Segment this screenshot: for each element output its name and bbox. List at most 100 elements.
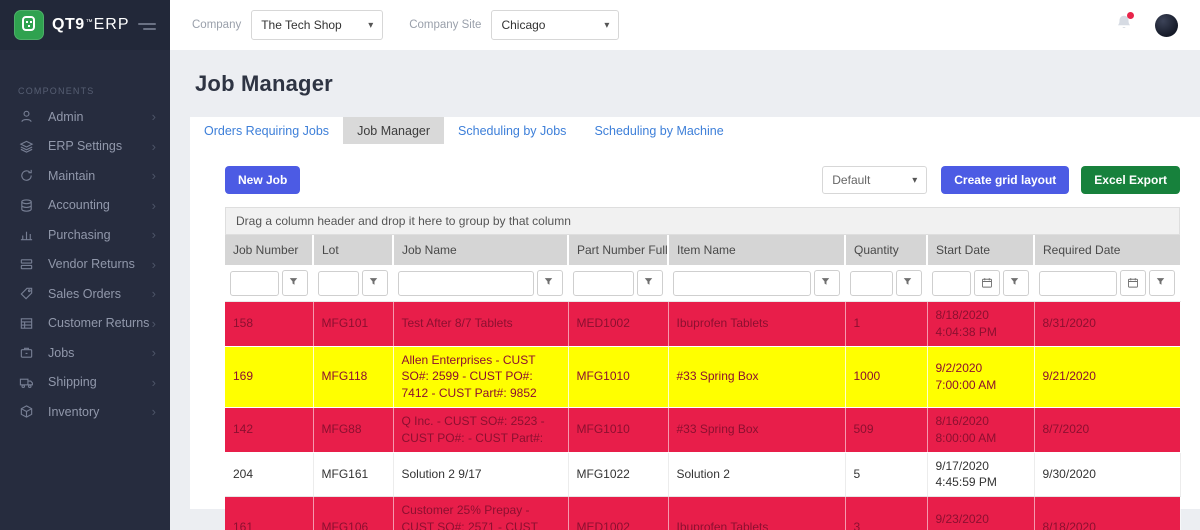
- notification-bell-icon[interactable]: [1115, 14, 1133, 37]
- new-job-button[interactable]: New Job: [225, 166, 300, 194]
- excel-export-button[interactable]: Excel Export: [1081, 166, 1180, 194]
- filter-cell: [568, 265, 668, 302]
- column-header-lot[interactable]: Lot: [313, 235, 393, 265]
- column-header-quantity[interactable]: Quantity: [845, 235, 927, 265]
- tab-scheduling-by-jobs[interactable]: Scheduling by Jobs: [444, 117, 580, 144]
- sidebar-item-shipping[interactable]: Shipping›: [0, 368, 170, 398]
- calendar-icon[interactable]: [974, 270, 1000, 296]
- tab-orders-requiring-jobs[interactable]: Orders Requiring Jobs: [190, 117, 343, 144]
- cell: MED1002: [568, 497, 668, 530]
- filter-row: [225, 265, 1180, 302]
- table-row[interactable]: 169MFG118Allen Enterprises - CUST SO#: 2…: [225, 346, 1180, 407]
- filter-input-job-number[interactable]: [230, 271, 279, 296]
- sidebar-item-inventory[interactable]: Inventory›: [0, 397, 170, 427]
- cell: 8/7/2020: [1034, 407, 1180, 452]
- company-site-select[interactable]: Chicago ▾: [491, 10, 619, 40]
- filter-input-item-name[interactable]: [673, 271, 811, 296]
- cell: Allen Enterprises - CUST SO#: 2599 - CUS…: [393, 346, 568, 407]
- cell: MFG88: [313, 407, 393, 452]
- menu-toggle-icon[interactable]: [138, 18, 158, 33]
- filter-icon[interactable]: [814, 270, 840, 296]
- tab-scheduling-by-machine[interactable]: Scheduling by Machine: [580, 117, 737, 144]
- sidebar-nav: Admin›ERP Settings›Maintain›Accounting›P…: [0, 102, 170, 427]
- create-grid-layout-button[interactable]: Create grid layout: [941, 166, 1069, 194]
- sidebar-item-accounting[interactable]: Accounting›: [0, 191, 170, 221]
- company-label: Company: [192, 19, 241, 31]
- sidebar-item-maintain[interactable]: Maintain›: [0, 161, 170, 191]
- tab-job-manager[interactable]: Job Manager: [343, 117, 444, 144]
- bar-chart-icon: [19, 227, 35, 243]
- sidebar-section-label: COMPONENTS: [0, 50, 170, 102]
- sidebar-item-label: Admin: [48, 110, 83, 124]
- table-row[interactable]: 204MFG161Solution 2 9/17MFG1022Solution …: [225, 452, 1180, 497]
- sidebar-item-erp-settings[interactable]: ERP Settings›: [0, 132, 170, 162]
- filter-cell: [313, 265, 393, 302]
- filter-cell: [393, 265, 568, 302]
- brand-erp: ERP: [94, 16, 130, 34]
- filter-input-lot[interactable]: [318, 271, 359, 296]
- filter-icon[interactable]: [282, 270, 308, 296]
- filter-cell: [927, 265, 1034, 302]
- grid-layout-select[interactable]: Default ▾: [822, 166, 927, 194]
- filter-input-quantity[interactable]: [850, 271, 893, 296]
- column-header-item-name[interactable]: Item Name: [668, 235, 845, 265]
- cell: 8/18/2020: [1034, 497, 1180, 530]
- filter-icon[interactable]: [1003, 270, 1029, 296]
- cell: 509: [845, 407, 927, 452]
- chevron-right-icon: ›: [152, 110, 156, 123]
- sidebar-item-customer-returns[interactable]: Customer Returns›: [0, 309, 170, 339]
- sidebar-item-admin[interactable]: Admin ›: [0, 102, 170, 132]
- cell: 9/2/2020 7:00:00 AM: [927, 346, 1034, 407]
- sidebar-item-label: Maintain: [48, 169, 95, 183]
- filter-icon[interactable]: [362, 270, 388, 296]
- filter-input-start-date[interactable]: [932, 271, 971, 296]
- cell: #33 Spring Box: [668, 407, 845, 452]
- chevron-right-icon: ›: [152, 228, 156, 241]
- filter-icon[interactable]: [1149, 270, 1175, 296]
- company-select[interactable]: The Tech Shop ▾: [251, 10, 383, 40]
- filter-icon[interactable]: [637, 270, 663, 296]
- filter-input-part-number-full[interactable]: [573, 271, 634, 296]
- column-header-start-date[interactable]: Start Date: [927, 235, 1034, 265]
- chevron-down-icon: ▾: [604, 20, 609, 31]
- cell: 9/17/2020 4:45:59 PM: [927, 452, 1034, 497]
- chevron-right-icon: ›: [152, 199, 156, 212]
- filter-icon[interactable]: [896, 270, 922, 296]
- sidebar-item-jobs[interactable]: Jobs›: [0, 338, 170, 368]
- filter-input-required-date[interactable]: [1039, 271, 1117, 296]
- column-header-required-date[interactable]: Required Date: [1034, 235, 1180, 265]
- cell: 142: [225, 407, 313, 452]
- user-avatar[interactable]: [1155, 14, 1178, 37]
- table-row[interactable]: 142MFG88Q Inc. - CUST SO#: 2523 - CUST P…: [225, 407, 1180, 452]
- sidebar-item-label: Shipping: [48, 375, 97, 389]
- column-header-job-name[interactable]: Job Name: [393, 235, 568, 265]
- group-by-drop-zone[interactable]: Drag a column header and drop it here to…: [225, 207, 1180, 235]
- cell: 8/31/2020: [1034, 302, 1180, 347]
- cell: MFG118: [313, 346, 393, 407]
- calendar-icon[interactable]: [1120, 270, 1146, 296]
- cell: 8/16/2020 8:00:00 AM: [927, 407, 1034, 452]
- cell: 1000: [845, 346, 927, 407]
- table-row[interactable]: 158MFG101Test After 8/7 TabletsMED1002Ib…: [225, 302, 1180, 347]
- company-select-value: The Tech Shop: [261, 18, 342, 32]
- filter-icon[interactable]: [537, 270, 563, 296]
- sidebar-item-purchasing[interactable]: Purchasing›: [0, 220, 170, 250]
- chevron-right-icon: ›: [152, 258, 156, 271]
- cell: 5: [845, 452, 927, 497]
- filter-cell: [668, 265, 845, 302]
- logo-row: QT9™ERP: [0, 0, 170, 50]
- table-row[interactable]: 161MFG106Customer 25% Prepay - CUST SO#:…: [225, 497, 1180, 530]
- cell: MFG1010: [568, 346, 668, 407]
- column-header-job-number[interactable]: Job Number: [225, 235, 313, 265]
- sidebar-item-vendor-returns[interactable]: Vendor Returns›: [0, 250, 170, 280]
- filter-input-job-name[interactable]: [398, 271, 534, 296]
- sidebar-item-label: Customer Returns: [48, 316, 149, 330]
- sidebar-item-sales-orders[interactable]: Sales Orders›: [0, 279, 170, 309]
- column-header-part-number-full[interactable]: Part Number Full: [568, 235, 668, 265]
- cell: MFG1010: [568, 407, 668, 452]
- cell: MFG101: [313, 302, 393, 347]
- briefcase-icon: [19, 345, 35, 361]
- brand-qt9: QT9: [52, 16, 85, 34]
- jobs-grid: Job NumberLotJob NamePart Number FullIte…: [225, 235, 1181, 530]
- cell: 8/18/2020 4:04:38 PM: [927, 302, 1034, 347]
